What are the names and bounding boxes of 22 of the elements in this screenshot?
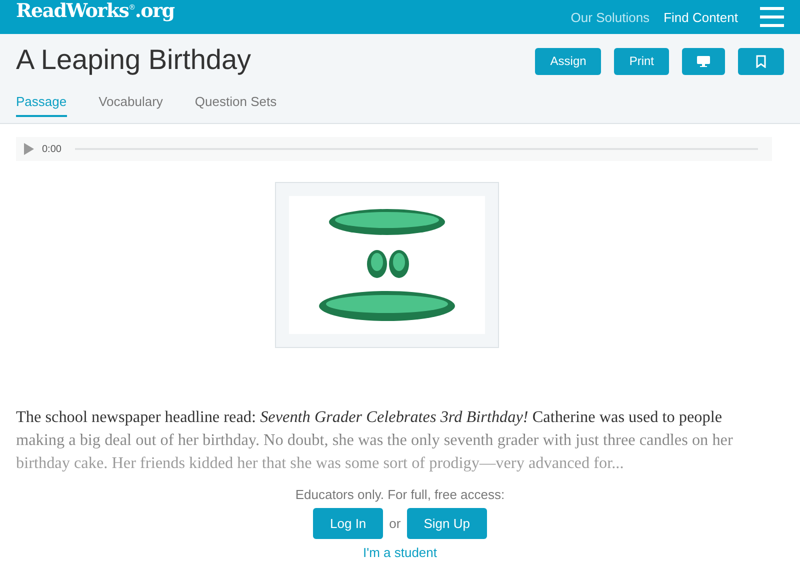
nav-link[interactable]: Find Content — [664, 10, 738, 24]
page-title: A Leaping Birthday — [16, 44, 252, 76]
login-button[interactable]: Log In — [313, 508, 384, 539]
audio-time: 0:00 — [42, 144, 62, 154]
present-button[interactable] — [682, 48, 725, 74]
bookmark-icon — [756, 54, 766, 68]
tab[interactable]: Vocabulary — [98, 94, 163, 117]
logo[interactable]: ReadWorks$^{®}$.org — [16, 0, 174, 22]
menu-icon[interactable] — [760, 7, 784, 27]
monitor-icon — [697, 56, 710, 66]
tab[interactable]: Passage — [16, 94, 67, 117]
bookmark-button[interactable] — [738, 48, 784, 74]
action-button[interactable]: Assign — [535, 48, 602, 74]
tab[interactable]: Question Sets — [194, 94, 277, 117]
student-link[interactable]: I'm a student — [362, 545, 438, 560]
action-button[interactable]: Print — [614, 48, 669, 74]
access-note: Educators only. For full, free access: — [295, 487, 505, 502]
signup-button[interactable]: Sign Up — [406, 508, 487, 539]
passage-text: The school newspaper headline read: Seventh Grader Celebrates 3rd Birthday! Catherine was used to people making a big deal out of her birthday. No doubt, she was the only seventh grader with just three candles on her birthday cake. Her friends kidded her that she was some sort of prodigy—very advanced for... — [16, 407, 734, 474]
or-label: or — [389, 516, 401, 531]
nav-link[interactable]: Our Solutions — [570, 10, 650, 24]
play-icon[interactable] — [24, 143, 34, 155]
